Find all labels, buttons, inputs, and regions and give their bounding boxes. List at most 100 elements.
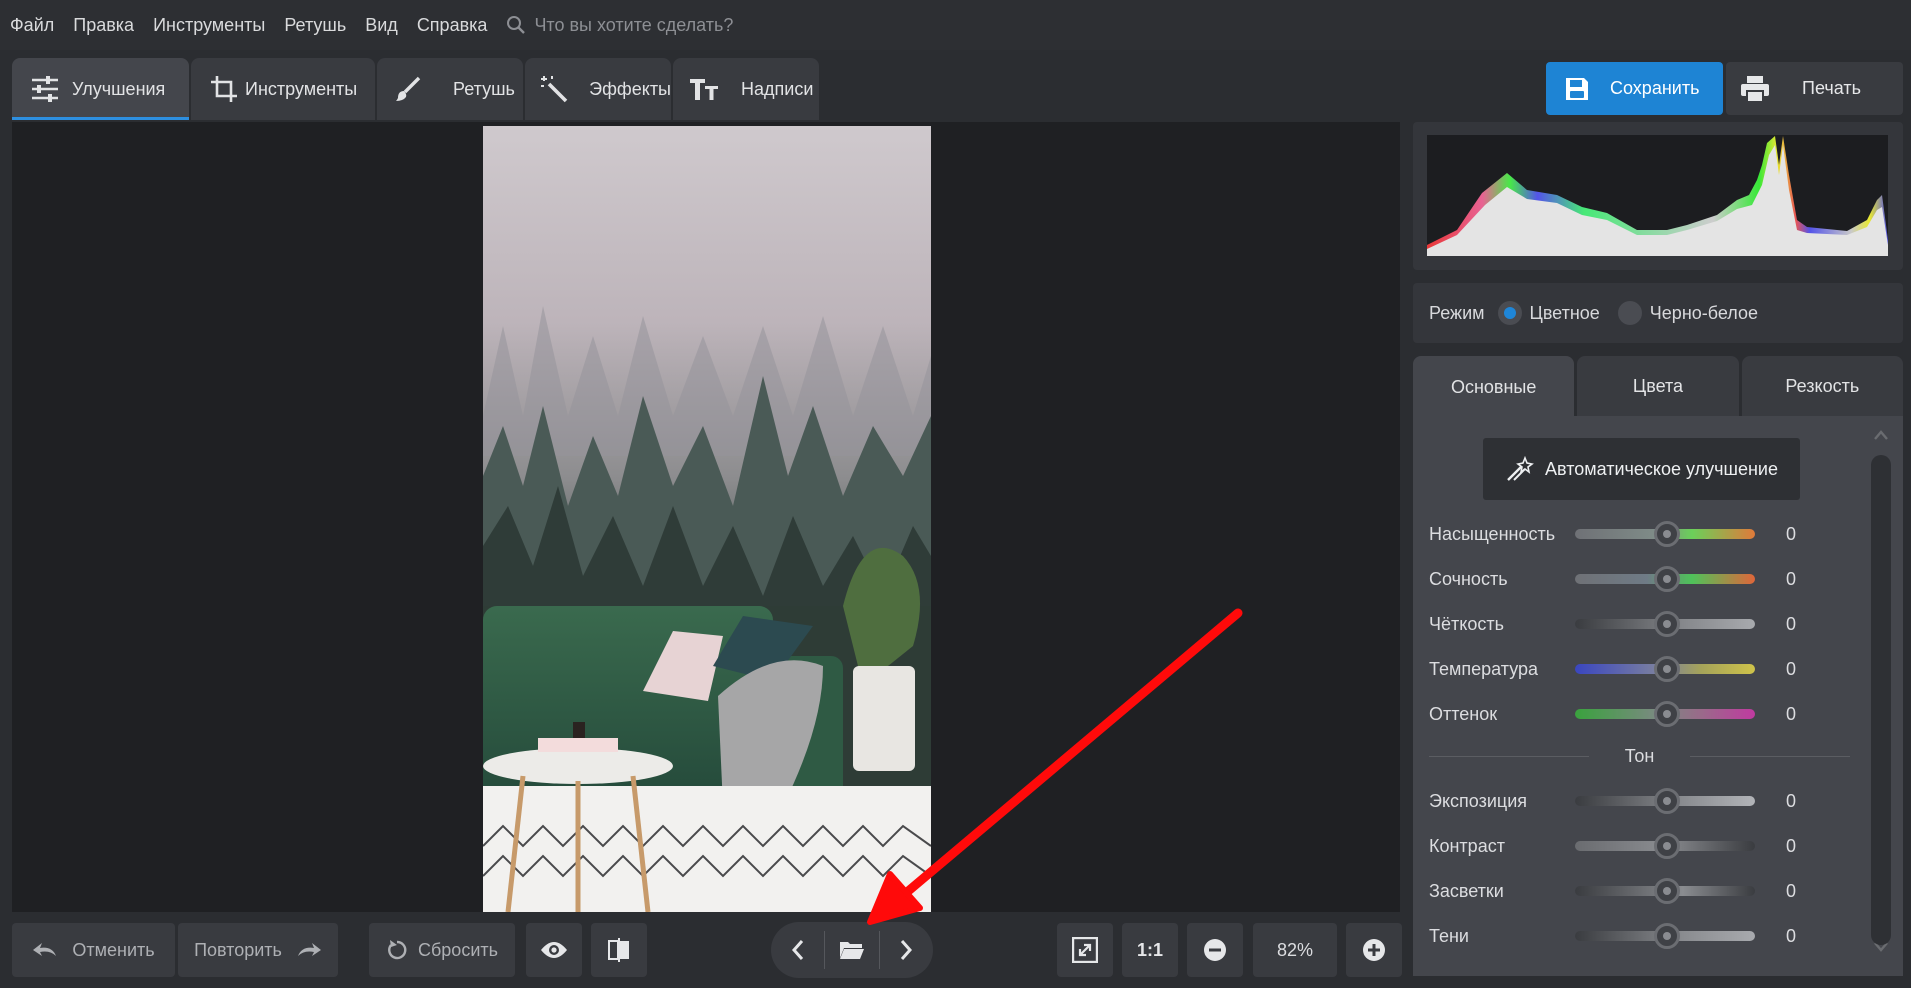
slider-handle[interactable] (1654, 923, 1680, 949)
slider-contrast[interactable]: Контраст 0 (1429, 831, 1809, 861)
slider-track[interactable] (1575, 878, 1755, 904)
slider-handle[interactable] (1654, 521, 1680, 547)
slider-vibrance[interactable]: Сочность 0 (1429, 564, 1809, 594)
tab-label: Резкость (1785, 375, 1860, 396)
menu-bar: Файл Правка Инструменты Ретушь Вид Справ… (0, 0, 1911, 50)
file-navigation (771, 922, 933, 978)
radio-color[interactable] (1497, 301, 1522, 325)
menu-help[interactable]: Справка (417, 15, 488, 36)
slider-track[interactable] (1575, 923, 1755, 949)
open-folder-button[interactable] (825, 922, 878, 978)
tab-tools[interactable]: Инструменты (191, 58, 375, 120)
slider-handle[interactable] (1654, 878, 1680, 904)
undo-icon (33, 943, 57, 956)
tab-label: Улучшения (72, 78, 166, 99)
folder-icon (840, 942, 864, 959)
tab-enhancements[interactable]: Улучшения (12, 58, 189, 120)
zoom-value: 82% (1276, 939, 1314, 960)
tab-label: Надписи (741, 78, 814, 99)
printer-icon (1740, 75, 1770, 103)
menu-view[interactable]: Вид (365, 15, 398, 36)
preview-button[interactable] (526, 923, 582, 977)
slider-tint[interactable]: Оттенок 0 (1429, 699, 1809, 729)
slider-highlights[interactable]: Засветки 0 (1429, 876, 1809, 906)
command-search[interactable]: Что вы хотите сделать? (506, 15, 733, 36)
slider-handle[interactable] (1654, 833, 1680, 859)
tab-basic[interactable]: Основные (1413, 356, 1575, 418)
slider-handle[interactable] (1654, 701, 1680, 727)
slider-track[interactable] (1575, 656, 1755, 682)
slider-exposure[interactable]: Экспозиция 0 (1429, 786, 1809, 816)
redo-button[interactable]: Повторить (178, 923, 338, 977)
slider-track[interactable] (1575, 788, 1755, 814)
slider-label: Оттенок (1429, 703, 1498, 724)
floppy-icon (1564, 76, 1590, 102)
main-tabs: Улучшения Инструменты Ретушь Эффекты Над… (12, 58, 821, 120)
reset-button[interactable]: Сбросить (369, 923, 515, 977)
slider-track[interactable] (1575, 611, 1755, 637)
histogram (1427, 135, 1888, 256)
tab-retouch[interactable]: Ретушь (377, 58, 523, 120)
menu-tools[interactable]: Инструменты (153, 15, 265, 36)
tab-label: Эффекты (589, 78, 671, 99)
slider-handle[interactable] (1654, 788, 1680, 814)
slider-label: Сочность (1429, 568, 1508, 589)
redo-icon (297, 943, 321, 956)
auto-enhance-button[interactable]: Автоматическое улучшение (1483, 438, 1800, 500)
actual-size-button[interactable]: 1:1 (1122, 923, 1178, 977)
scroll-up-icon[interactable] (1873, 430, 1889, 440)
save-label: Сохранить (1610, 78, 1700, 98)
tab-colors[interactable]: Цвета (1577, 356, 1739, 416)
tab-effects[interactable]: Эффекты (525, 58, 671, 120)
next-image-button[interactable] (880, 922, 933, 978)
slider-shadows[interactable]: Тени 0 (1429, 921, 1809, 951)
zoom-level[interactable]: 82% (1253, 923, 1337, 977)
slider-handle[interactable] (1654, 656, 1680, 682)
fit-screen-button[interactable] (1057, 923, 1113, 977)
slider-label: Засветки (1429, 880, 1504, 901)
tab-sharpness[interactable]: Резкость (1741, 356, 1903, 416)
slider-temperature[interactable]: Температура 0 (1429, 654, 1809, 684)
slider-saturation[interactable]: Насыщенность 0 (1429, 519, 1809, 549)
radio-bw-label[interactable]: Черно-белое (1650, 303, 1758, 324)
menu-file[interactable]: Файл (10, 15, 54, 36)
plus-circle-icon (1363, 939, 1385, 961)
slider-label: Температура (1429, 658, 1539, 679)
tab-label: Ретушь (453, 78, 515, 99)
mode-label: Режим (1429, 302, 1485, 323)
undo-button[interactable]: Отменить (12, 923, 175, 977)
compare-icon (608, 938, 629, 962)
slider-track[interactable] (1575, 521, 1755, 547)
print-button[interactable]: Печать (1726, 62, 1903, 115)
zoom-in-button[interactable] (1346, 923, 1402, 977)
divider (1690, 755, 1851, 757)
scroll-thumb[interactable] (1871, 455, 1891, 945)
menu-retouch[interactable]: Ретушь (284, 15, 346, 36)
radio-bw[interactable] (1617, 301, 1642, 325)
slider-track[interactable] (1575, 833, 1755, 859)
fit-screen-icon (1072, 937, 1098, 963)
slider-handle[interactable] (1654, 566, 1680, 592)
save-button[interactable]: Сохранить (1546, 62, 1723, 115)
reset-icon (388, 940, 407, 960)
radio-color-label[interactable]: Цветное (1530, 303, 1600, 324)
slider-label: Экспозиция (1429, 790, 1527, 811)
slider-clarity[interactable]: Чёткость 0 (1429, 609, 1809, 639)
slider-handle[interactable] (1654, 611, 1680, 637)
slider-track[interactable] (1575, 566, 1755, 592)
search-icon (507, 16, 526, 34)
slider-value: 0 (1786, 880, 1797, 901)
tone-section-header: Тон (1429, 745, 1851, 767)
reset-label: Сбросить (417, 939, 498, 960)
slider-track[interactable] (1575, 701, 1755, 727)
slider-value: 0 (1786, 568, 1797, 589)
redo-label: Повторить (194, 939, 282, 960)
menu-edit[interactable]: Правка (73, 15, 134, 36)
compare-button[interactable] (591, 923, 647, 977)
tab-text[interactable]: Надписи (673, 58, 819, 120)
tab-label: Основные (1450, 376, 1537, 397)
section-title: Тон (1624, 745, 1655, 766)
slider-label: Тени (1429, 925, 1469, 946)
zoom-out-button[interactable] (1187, 923, 1243, 977)
prev-image-button[interactable] (771, 922, 824, 978)
